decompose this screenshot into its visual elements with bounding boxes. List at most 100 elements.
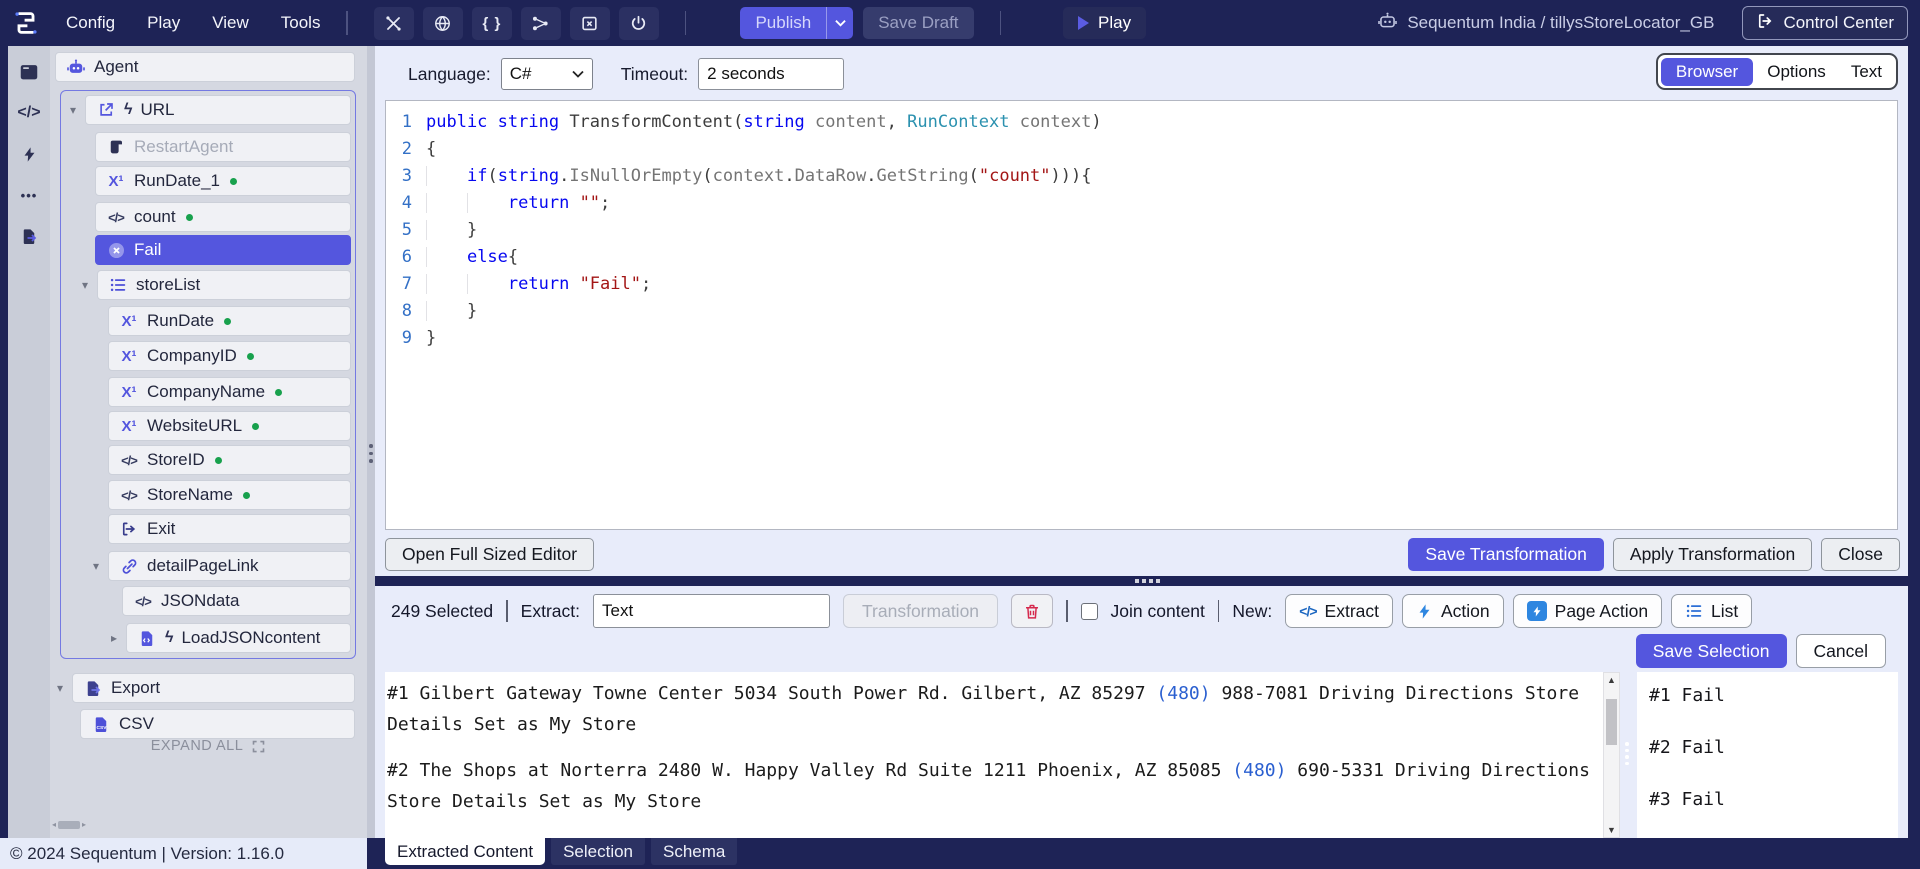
extract-input[interactable] <box>593 594 830 628</box>
tree-item-CSV[interactable]: CSVCSV <box>80 709 355 739</box>
view-tab-options[interactable]: Options <box>1756 59 1837 85</box>
caret-down-icon[interactable]: ▾ <box>65 103 81 117</box>
close-button[interactable]: Close <box>1821 538 1900 571</box>
tree-item-JSONdata[interactable]: </>JSONdata <box>122 586 351 616</box>
caret-right-icon[interactable]: ▸ <box>106 631 122 645</box>
new-page-action-button[interactable]: Page Action <box>1513 594 1662 628</box>
vertical-splitter[interactable] <box>367 46 375 838</box>
browser-icon[interactable] <box>16 60 42 84</box>
play-icon <box>1078 16 1089 30</box>
play-button[interactable]: Play <box>1063 7 1146 39</box>
globe-icon[interactable] <box>423 7 463 40</box>
new-action-button[interactable]: Action <box>1402 594 1504 628</box>
listicon-icon <box>108 276 128 294</box>
publish-label[interactable]: Publish <box>740 7 826 39</box>
csv-icon: CSV <box>91 715 111 734</box>
control-center-button[interactable]: Control Center <box>1742 6 1908 40</box>
scroll-down-icon[interactable]: ▼ <box>1604 825 1619 835</box>
braces-icon[interactable]: { } <box>472 7 512 40</box>
extract-label: Extract: <box>521 601 580 622</box>
extracted-content-view[interactable]: #1 Gilbert Gateway Towne Center 5034 Sou… <box>385 672 1603 838</box>
new-list-button[interactable]: List <box>1671 594 1752 628</box>
tree-item-storeList[interactable]: ▾storeList <box>77 270 351 300</box>
scrollbar-thumb[interactable] <box>1606 699 1617 745</box>
tree-item-URL[interactable]: ▾ϟURL <box>65 95 351 125</box>
publish-button[interactable]: Publish <box>740 7 853 39</box>
cancel-button[interactable]: Cancel <box>1796 634 1886 668</box>
result-row: #2 Fail <box>1649 732 1898 763</box>
tree-item-Agent[interactable]: Agent <box>55 52 355 82</box>
tree-item-RestartAgent[interactable]: RestartAgent <box>95 132 351 162</box>
workflow-icon[interactable] <box>521 7 561 40</box>
tab-selection[interactable]: Selection <box>551 838 645 865</box>
power-icon[interactable] <box>619 7 659 40</box>
tree-item-Fail[interactable]: Fail <box>95 235 351 265</box>
code-lines: 1public string TransformContent(string c… <box>386 109 1897 352</box>
new-extract-button[interactable]: </>Extract <box>1285 594 1393 628</box>
timeout-input[interactable] <box>698 58 844 90</box>
selection-panel: 249 Selected Extract: Transformation Joi… <box>375 586 1908 838</box>
toolbar-divider <box>346 11 348 35</box>
delete-button[interactable] <box>1011 594 1053 628</box>
menu-view[interactable]: View <box>212 13 249 33</box>
app-logo-icon[interactable] <box>8 5 44 41</box>
save-transformation-button[interactable]: Save Transformation <box>1408 538 1603 571</box>
view-tab-browser[interactable]: Browser <box>1661 58 1753 86</box>
join-content-checkbox[interactable] <box>1081 603 1098 620</box>
expand-all-button[interactable]: EXPAND ALL <box>50 738 367 754</box>
export-icon[interactable] <box>16 224 42 248</box>
tree-horizontal-scrollbar[interactable]: ◂ ▸ <box>52 820 86 829</box>
tools-icon[interactable] <box>374 7 414 40</box>
topbar-icon-buttons: { } <box>374 7 659 40</box>
menu-config[interactable]: Config <box>66 13 115 33</box>
bottom-tabs: Extracted ContentSelectionSchema <box>367 838 1920 865</box>
code-icon[interactable]: </> <box>16 101 42 125</box>
apply-transformation-button[interactable]: Apply Transformation <box>1613 538 1812 571</box>
save-selection-button[interactable]: Save Selection <box>1636 634 1787 668</box>
result-row: #1 Fail <box>1649 680 1898 711</box>
caret-down-icon[interactable]: ▾ <box>77 278 93 292</box>
save-draft-button[interactable]: Save Draft <box>863 7 973 39</box>
toolbar-divider <box>1000 11 1002 35</box>
tab-extracted-content[interactable]: Extracted Content <box>385 838 545 865</box>
tree-item-RunDate_1[interactable]: X¹RunDate_1 <box>95 166 351 196</box>
language-select[interactable]: C# <box>501 58 593 90</box>
bolt-icon[interactable] <box>16 142 42 166</box>
version-footer: © 2024 Sequentum | Version: 1.16.0 <box>0 838 367 869</box>
scroll-right-icon[interactable]: ▸ <box>82 820 86 829</box>
tree-item-StoreID[interactable]: </>StoreID <box>108 445 351 475</box>
extracted-entry: #1 Gilbert Gateway Towne Center 5034 Sou… <box>387 678 1603 740</box>
view-tab-text[interactable]: Text <box>1840 59 1893 85</box>
tree-item-LoadJSONcontent[interactable]: ▸ϟLoadJSONcontent <box>106 623 351 653</box>
tree-item-CompanyID[interactable]: X¹CompanyID <box>108 341 351 371</box>
tree-item-count[interactable]: </>count <box>95 202 351 232</box>
status-dot <box>224 318 231 325</box>
frame-x-icon[interactable] <box>570 7 610 40</box>
menu-play[interactable]: Play <box>147 13 180 33</box>
content-splitter-handle[interactable] <box>1625 742 1629 765</box>
exit-icon <box>119 520 139 538</box>
caret-down-icon[interactable]: ▾ <box>52 681 68 695</box>
menu-tools[interactable]: Tools <box>281 13 321 33</box>
more-icon[interactable]: ••• <box>16 183 42 207</box>
tab-schema[interactable]: Schema <box>651 838 737 865</box>
tree-item-CompanyName[interactable]: X¹CompanyName <box>108 377 351 407</box>
results-panel[interactable]: #1 Fail#2 Fail#3 Fail <box>1637 672 1898 838</box>
scrollbar-thumb[interactable] <box>58 821 80 829</box>
tree-item-RunDate[interactable]: X¹RunDate <box>108 306 351 336</box>
tree-item-detailPageLink[interactable]: ▾detailPageLink <box>88 551 351 581</box>
tree-item-Export[interactable]: ▾Export <box>52 673 355 703</box>
dynamic-bolt-icon: ϟ <box>165 629 173 647</box>
code-editor[interactable]: 1public string TransformContent(string c… <box>385 100 1898 530</box>
publish-dropdown-caret-icon[interactable] <box>826 7 853 39</box>
caret-down-icon[interactable]: ▾ <box>88 559 104 573</box>
tree-item-Exit[interactable]: Exit <box>108 514 351 544</box>
scroll-up-icon[interactable]: ▲ <box>1604 675 1619 685</box>
content-scrollbar[interactable]: ▲ ▼ <box>1603 672 1620 838</box>
open-full-editor-button[interactable]: Open Full Sized Editor <box>385 538 594 571</box>
horizontal-splitter[interactable] <box>375 576 1908 586</box>
tree-item-StoreName[interactable]: </>StoreName <box>108 480 351 510</box>
scroll-left-icon[interactable]: ◂ <box>52 820 56 829</box>
transformation-button[interactable]: Transformation <box>843 594 998 628</box>
tree-item-WebsiteURL[interactable]: X¹WebsiteURL <box>108 411 351 441</box>
